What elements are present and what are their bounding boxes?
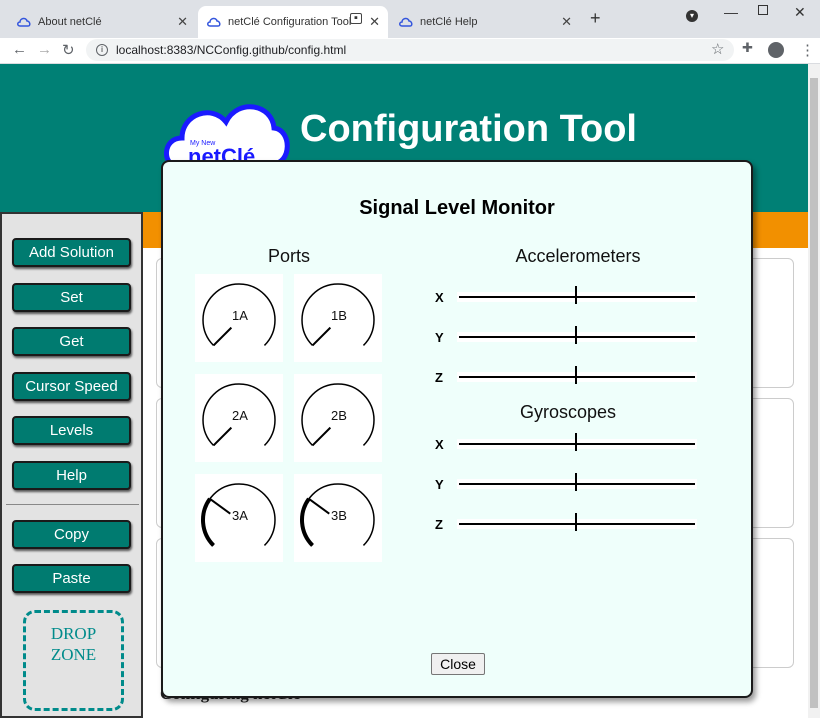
close-button[interactable]: Close [431, 653, 485, 675]
accel-y-level [457, 326, 697, 344]
maximize-icon[interactable] [758, 5, 768, 15]
new-tab-icon[interactable]: + [590, 8, 601, 29]
page-title: Configuration Tool [300, 108, 637, 150]
help-button[interactable]: Help [12, 461, 131, 490]
url-text: localhost:8383/NCConfig.github/config.ht… [116, 43, 347, 57]
gauge-needle [311, 326, 332, 347]
url-bar[interactable]: i localhost:8383/NCConfig.github/config.… [86, 39, 734, 61]
page-scrollbar[interactable] [808, 64, 820, 718]
gauge-label: 3A [232, 508, 248, 523]
browser-tab-bar: About netClé ✕ netClé Configuration Tool… [0, 0, 820, 38]
modal-title: Signal Level Monitor [359, 197, 555, 219]
drop-zone-line: DROP [50, 624, 97, 643]
gyro-x-level [457, 433, 697, 451]
info-icon[interactable]: i [96, 44, 108, 56]
level-tick [575, 286, 577, 304]
set-button[interactable]: Set [12, 283, 131, 312]
bookmark-star-icon[interactable]: ☆ [711, 40, 724, 58]
cloud-icon [207, 17, 221, 27]
accel-z-level [457, 366, 697, 384]
gyro-axis-label: Y [435, 477, 444, 492]
tab-help[interactable]: netClé Help ✕ [390, 6, 580, 38]
window-close-icon[interactable]: ✕ [794, 4, 806, 21]
menu-dots-icon[interactable]: ⋮ [800, 41, 815, 59]
get-button[interactable]: Get [12, 327, 131, 356]
gyro-y-level [457, 473, 697, 491]
gyro-axis-label: X [435, 437, 444, 452]
gyroscopes-heading: Gyroscopes [519, 402, 617, 422]
gauge-needle [212, 426, 233, 447]
gauge-label: 1B [331, 308, 347, 323]
screen-share-icon: ▪ [350, 13, 362, 24]
levels-button[interactable]: Levels [12, 416, 131, 445]
cloud-icon [17, 17, 31, 27]
accelerometers-heading: Accelerometers [515, 246, 641, 266]
gauge-label: 1A [232, 308, 248, 323]
sidebar-divider [6, 504, 139, 505]
profile-avatar[interactable] [768, 42, 784, 58]
signal-level-modal: Signal Level Monitor Ports Accelerometer… [161, 160, 753, 698]
paste-button[interactable]: Paste [12, 564, 131, 593]
port-gauge-2b: 2B [294, 374, 382, 462]
drop-zone-line: ZONE [50, 645, 97, 664]
add-solution-button[interactable]: Add Solution [12, 238, 131, 267]
close-tab-icon[interactable]: ✕ [177, 14, 188, 30]
minimize-icon[interactable]: — [724, 4, 738, 20]
tab-config-tool[interactable]: netClé Configuration Tool ▪ ✕ [198, 6, 388, 38]
back-icon[interactable]: ← [12, 41, 27, 58]
scrollbar-thumb[interactable] [810, 78, 818, 708]
level-tick [575, 433, 577, 451]
tab-search-icon[interactable]: ▾ [686, 10, 698, 22]
gauge-label: 2B [331, 408, 347, 423]
close-tab-icon[interactable]: ✕ [369, 14, 380, 30]
tab-label: netClé Help [420, 16, 478, 28]
gauge-label: 3B [331, 508, 347, 523]
accel-axis-label: Z [435, 370, 443, 385]
port-gauge-1a: 1A [195, 274, 283, 362]
address-bar-row: ← → ↻ i localhost:8383/NCConfig.github/c… [0, 38, 820, 64]
port-gauge-3b: 3B [294, 474, 382, 562]
drop-zone[interactable]: DROP ZONE [23, 610, 124, 711]
forward-icon[interactable]: → [37, 41, 52, 58]
close-tab-icon[interactable]: ✕ [561, 14, 572, 30]
port-gauge-1b: 1B [294, 274, 382, 362]
copy-button[interactable]: Copy [12, 520, 131, 549]
cursor-speed-button[interactable]: Cursor Speed [12, 372, 131, 401]
gauge-label: 2A [232, 408, 248, 423]
tab-about[interactable]: About netClé ✕ [8, 6, 196, 38]
ports-heading: Ports [267, 246, 310, 266]
port-gauge-3a: 3A [195, 474, 283, 562]
level-tick [575, 366, 577, 384]
tab-label: About netClé [38, 16, 102, 28]
gyro-z-level [457, 513, 697, 531]
level-tick [575, 513, 577, 531]
level-tick [575, 473, 577, 491]
port-gauge-2a: 2A [195, 374, 283, 462]
level-tick [575, 326, 577, 344]
accel-x-level [457, 286, 697, 304]
extensions-icon[interactable]: ✚ [742, 40, 753, 56]
gyro-axis-label: Z [435, 517, 443, 532]
cloud-icon [399, 17, 413, 27]
gauge-needle [311, 426, 332, 447]
gauge-needle [212, 326, 233, 347]
tab-label: netClé Configuration Tool [228, 16, 352, 28]
sidebar: Add Solution Set Get Cursor Speed Levels… [0, 212, 143, 718]
reload-icon[interactable]: ↻ [62, 41, 75, 59]
accel-axis-label: Y [435, 330, 444, 345]
accel-axis-label: X [435, 290, 444, 305]
